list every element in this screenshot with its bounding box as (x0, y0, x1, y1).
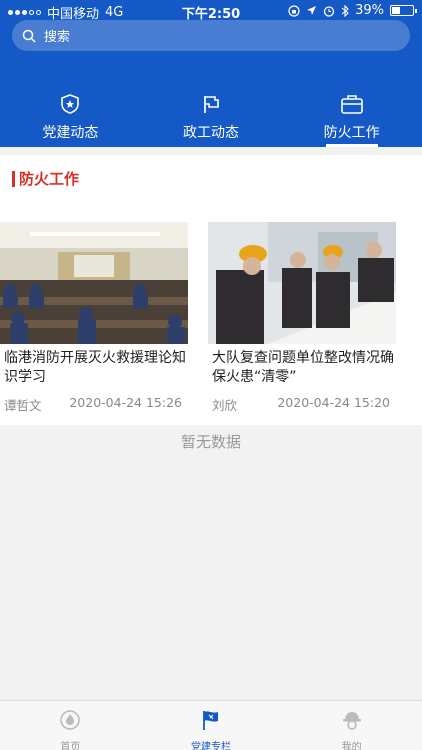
article-image (0, 222, 188, 344)
nav-party-column[interactable]: 党建专栏 (141, 701, 282, 750)
article-title: 大队复查问题单位整改情况确保火患“清零” (212, 350, 394, 385)
section-title-text: 防火工作 (19, 170, 80, 188)
article-section: 防火工作 临港消防开展灭火救援理论知识学习 谭哲文 2020-04-24 15:… (0, 155, 422, 425)
tab-label: 政工动态 (183, 125, 239, 141)
section-title: 防火工作 (12, 168, 79, 189)
firefighter-icon (342, 712, 361, 730)
article-title: 临港消防开展灭火救援理论知识学习 (4, 350, 186, 385)
article-card[interactable]: 大队复查问题单位整改情况确保火患“清零” 刘欣 2020-04-24 15:20 (208, 222, 396, 416)
nav-home[interactable]: 首页 (0, 701, 141, 750)
nav-label: 党建专栏 (191, 742, 231, 750)
battery-icon (390, 5, 417, 16)
fire-badge-icon (60, 710, 81, 730)
nav-label: 首页 (60, 742, 81, 750)
article-meta: 谭哲文 2020-04-24 15:26 (4, 395, 182, 414)
nav-label: 我的 (341, 742, 362, 750)
search-icon (22, 29, 36, 43)
header: 中国移动 4G 下午2:50 39% 搜索 党建动态 政工动态 防火工作 (0, 0, 422, 147)
alarm-icon (323, 5, 335, 17)
search-bar[interactable]: 搜索 (12, 20, 410, 51)
bottom-nav: 首页 党建专栏 我的 (0, 700, 422, 750)
search-placeholder: 搜索 (44, 30, 71, 45)
battery-percent: 39% (355, 3, 384, 18)
article-date: 2020-04-24 15:20 (277, 395, 390, 410)
location-icon (307, 6, 317, 15)
tab-fire-work[interactable]: 防火工作 (281, 92, 422, 147)
active-tab-indicator (325, 144, 378, 147)
star-shield-icon (61, 94, 80, 114)
tab-party-news[interactable]: 党建动态 (0, 92, 141, 147)
article-date: 2020-04-24 15:26 (69, 395, 182, 410)
tab-political-news[interactable]: 政工动态 (141, 92, 282, 147)
category-tabs: 党建动态 政工动态 防火工作 (0, 92, 422, 147)
nav-mine[interactable]: 我的 (281, 701, 422, 750)
bluetooth-icon (341, 4, 349, 17)
section-title-marker (12, 170, 15, 187)
article-meta: 刘欣 2020-04-24 15:20 (212, 395, 390, 414)
party-flag-icon (203, 711, 218, 730)
status-bar: 中国移动 4G 下午2:50 39% (0, 0, 422, 22)
article-image (208, 222, 396, 344)
empty-state-text: 暂无数据 (180, 433, 241, 451)
tab-label: 防火工作 (323, 125, 380, 141)
flag-icon (204, 96, 219, 113)
briefcase-icon (340, 95, 363, 114)
lock-rotation-icon (288, 4, 300, 17)
article-author: 谭哲文 (4, 398, 42, 413)
tab-label: 党建动态 (42, 125, 99, 141)
article-author: 刘欣 (212, 398, 238, 413)
article-card[interactable]: 临港消防开展灭火救援理论知识学习 谭哲文 2020-04-24 15:26 (0, 222, 188, 416)
